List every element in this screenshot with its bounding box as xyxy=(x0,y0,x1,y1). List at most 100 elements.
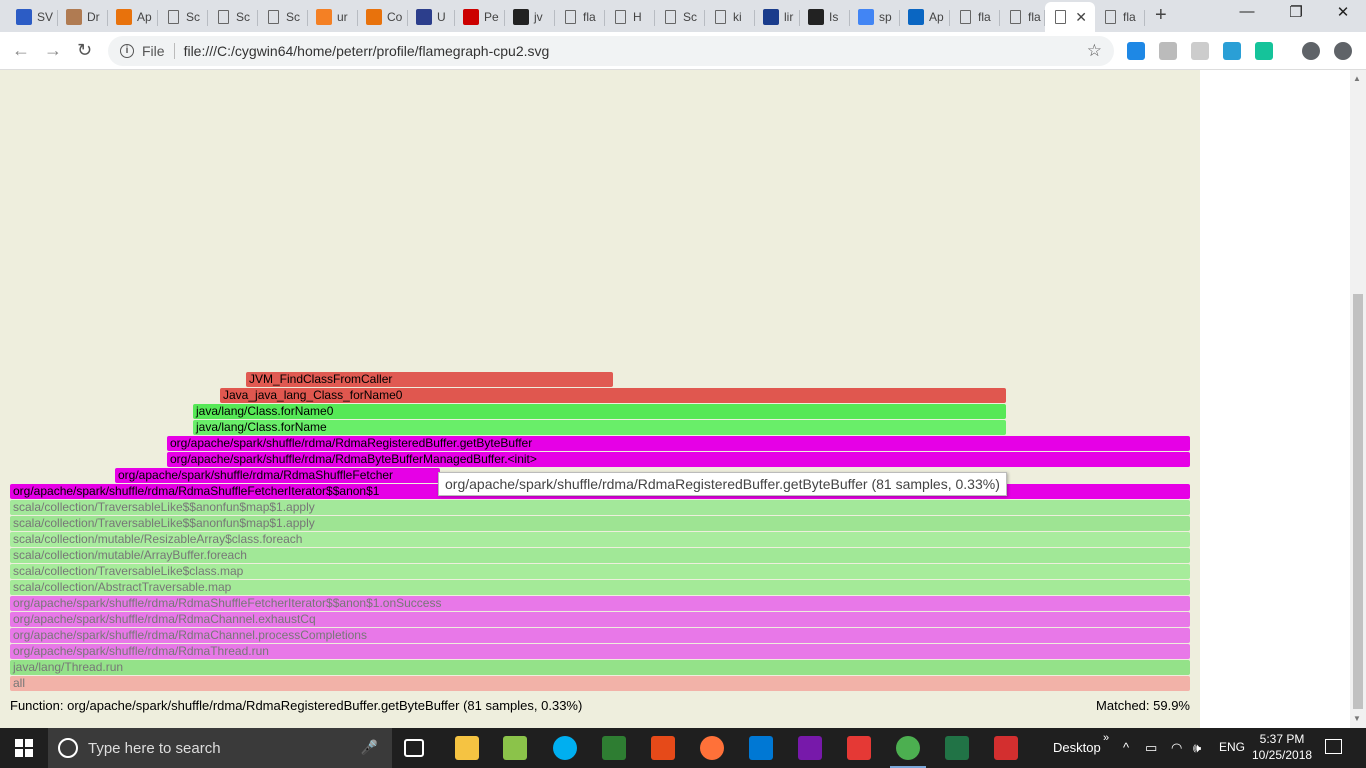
avatar-icon xyxy=(66,9,82,25)
browser-tab[interactable]: Sc xyxy=(258,2,308,32)
intellij-icon[interactable] xyxy=(651,736,675,760)
tab-close-icon[interactable]: ✕ xyxy=(1075,9,1087,26)
notepad-plus-icon[interactable] xyxy=(503,736,527,760)
skype-icon[interactable] xyxy=(553,736,577,760)
back-button[interactable]: ← xyxy=(12,40,30,61)
flame-frame[interactable]: org/apache/spark/shuffle/rdma/RdmaChanne… xyxy=(10,612,1190,627)
profile-icon[interactable] xyxy=(1302,42,1320,60)
outlook-icon[interactable] xyxy=(749,736,773,760)
info-icon[interactable]: i xyxy=(120,44,134,58)
tab-label: Sc xyxy=(286,10,301,24)
url-text[interactable]: file:///C:/cygwin64/home/peterr/profile/… xyxy=(184,43,550,59)
tray-overflow-icon[interactable]: ^ xyxy=(1123,740,1129,755)
windows-start-icon[interactable] xyxy=(15,739,33,757)
flame-frame[interactable]: scala/collection/TraversableLike$class.m… xyxy=(10,564,1190,579)
terminal-icon[interactable] xyxy=(602,736,626,760)
browser-tab[interactable]: Sc xyxy=(655,2,705,32)
firefox-icon[interactable] xyxy=(700,736,724,760)
browser-tab[interactable]: fla xyxy=(555,2,605,32)
browser-tab[interactable]: sp xyxy=(850,2,900,32)
file-explorer-icon[interactable] xyxy=(455,736,479,760)
vertical-scrollbar[interactable]: ▲ ▼ xyxy=(1350,70,1366,728)
flame-frame[interactable]: scala/collection/TraversableLike$$anonfu… xyxy=(10,516,1190,531)
browser-tab[interactable]: Ap xyxy=(900,2,950,32)
browser-tab[interactable]: Sc xyxy=(158,2,208,32)
browser-tab[interactable]: lir xyxy=(755,2,800,32)
desktop-toolbar-label[interactable]: Desktop xyxy=(1053,740,1101,755)
wifi-icon[interactable]: ◠ xyxy=(1171,740,1182,756)
browser-tab[interactable]: Dr xyxy=(58,2,108,32)
flame-frame[interactable]: java/lang/Class.forName xyxy=(193,420,1006,435)
volume-icon[interactable]: 🕪 xyxy=(1193,740,1201,756)
flame-frame[interactable]: java/lang/Class.forName0 xyxy=(193,404,1006,419)
rocket-app-icon[interactable] xyxy=(847,736,871,760)
notification-center-icon[interactable] xyxy=(1325,739,1342,754)
flame-frame[interactable]: scala/collection/TraversableLike$$anonfu… xyxy=(10,500,1190,515)
toolbar-chevron-icon[interactable]: » xyxy=(1103,732,1109,744)
acrobat-icon[interactable] xyxy=(994,736,1018,760)
flame-frame[interactable]: Java_java_lang_Class_forName0 xyxy=(220,388,1006,403)
excel-icon[interactable] xyxy=(945,736,969,760)
flame-frame[interactable]: org/apache/spark/shuffle/rdma/RdmaChanne… xyxy=(10,628,1190,643)
matched-percentage: Matched: 59.9% xyxy=(1096,698,1190,713)
browser-toolbar: ← → ↻ i File file:///C:/cygwin64/home/pe… xyxy=(0,32,1366,70)
browser-tab[interactable]: Pe xyxy=(455,2,505,32)
browser-tab[interactable]: Is xyxy=(800,2,850,32)
flame-frame[interactable]: java/lang/Thread.run xyxy=(10,660,1190,675)
minimize-button[interactable]: — xyxy=(1224,3,1270,20)
gear-ext-icon[interactable] xyxy=(1159,42,1177,60)
browser-tab[interactable]: ur xyxy=(308,2,358,32)
taskbar-search[interactable]: Type here to search 🎤 xyxy=(48,728,392,768)
flame-frame[interactable]: org/apache/spark/shuffle/rdma/RdmaByteBu… xyxy=(167,452,1190,467)
browser-tab[interactable]: SV xyxy=(8,2,58,32)
browser-tab[interactable]: U xyxy=(408,2,455,32)
tab-label: Dr xyxy=(87,10,100,24)
battery-icon[interactable]: ▭ xyxy=(1145,740,1157,756)
chrome-icon[interactable] xyxy=(890,736,926,768)
browser-tab[interactable]: fla xyxy=(950,2,1000,32)
maximize-button[interactable]: ❐ xyxy=(1273,3,1319,21)
circle-ext-icon[interactable] xyxy=(1191,42,1209,60)
scroll-up-icon[interactable]: ▲ xyxy=(1353,74,1361,83)
forward-button[interactable]: → xyxy=(44,40,62,61)
browser-tab[interactable]: jv xyxy=(505,2,555,32)
grammarly-ext-icon[interactable] xyxy=(1255,42,1273,60)
menu-icon[interactable] xyxy=(1334,42,1352,60)
windows-ext-icon[interactable] xyxy=(1127,42,1145,60)
scroll-thumb[interactable] xyxy=(1353,294,1363,709)
page-icon xyxy=(218,10,229,24)
language-indicator[interactable]: ENG xyxy=(1219,740,1245,754)
address-bar[interactable]: i File file:///C:/cygwin64/home/peterr/p… xyxy=(108,36,1114,66)
scroll-down-icon[interactable]: ▼ xyxy=(1353,714,1361,723)
close-window-button[interactable]: ✕ xyxy=(1320,3,1366,21)
browser-tab[interactable]: ✕ xyxy=(1045,2,1095,32)
browser-tab[interactable]: Co xyxy=(358,2,408,32)
clock[interactable]: 5:37 PM 10/25/2018 xyxy=(1252,731,1312,763)
screen-ext-icon[interactable] xyxy=(1223,42,1241,60)
tab-label: ki xyxy=(733,10,742,24)
flame-frame[interactable]: scala/collection/mutable/ArrayBuffer.for… xyxy=(10,548,1190,563)
flame-frame[interactable]: scala/collection/mutable/ResizableArray$… xyxy=(10,532,1190,547)
browser-tab[interactable]: Sc xyxy=(208,2,258,32)
onenote-icon[interactable] xyxy=(798,736,822,760)
new-tab-button[interactable]: + xyxy=(1155,4,1167,27)
browser-tab[interactable]: fla xyxy=(1095,2,1145,32)
flame-frame[interactable]: org/apache/spark/shuffle/rdma/RdmaRegist… xyxy=(167,436,1190,451)
github-icon xyxy=(808,9,824,25)
reload-button[interactable]: ↻ xyxy=(77,40,92,61)
browser-tab[interactable]: fla xyxy=(1000,2,1045,32)
bookmark-star-icon[interactable]: ☆ xyxy=(1087,41,1102,61)
task-view-icon[interactable] xyxy=(404,739,424,757)
flame-frame[interactable]: org/apache/spark/shuffle/rdma/RdmaThread… xyxy=(10,644,1190,659)
flame-frame[interactable]: org/apache/spark/shuffle/rdma/RdmaShuffl… xyxy=(115,468,440,483)
microphone-icon[interactable]: 🎤 xyxy=(361,739,378,756)
browser-tab[interactable]: ki xyxy=(705,2,755,32)
flame-frame[interactable]: org/apache/spark/shuffle/rdma/RdmaShuffl… xyxy=(10,596,1190,611)
flame-frame[interactable]: JVM_FindClassFromCaller xyxy=(246,372,613,387)
browser-tab[interactable]: Ap xyxy=(108,2,158,32)
flame-frame[interactable]: all xyxy=(10,676,1190,691)
tab-label: Pe xyxy=(484,10,499,24)
flame-frame[interactable]: scala/collection/AbstractTraversable.map xyxy=(10,580,1190,595)
tab-label: fla xyxy=(583,10,596,24)
browser-tab[interactable]: H xyxy=(605,2,655,32)
